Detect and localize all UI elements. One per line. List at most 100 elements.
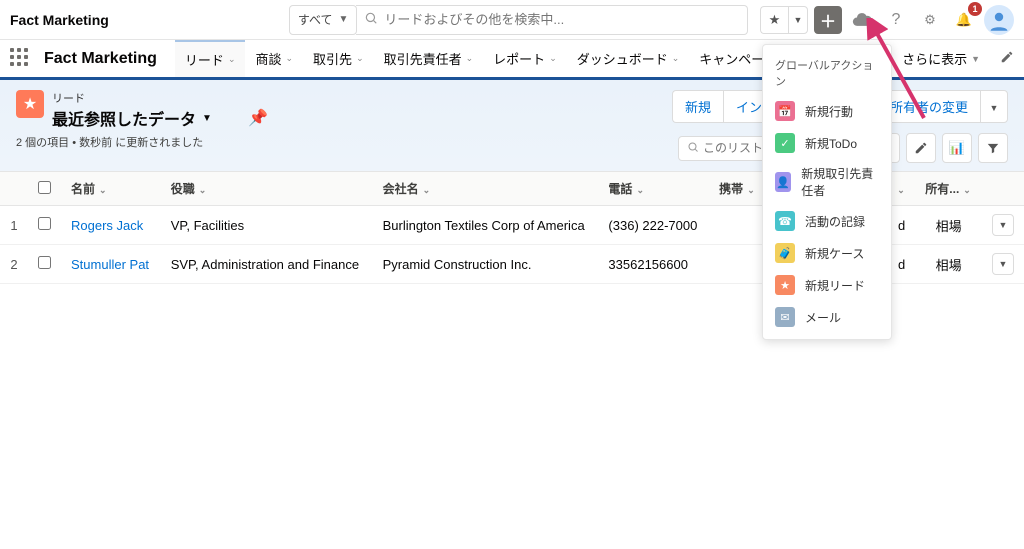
favorite-button[interactable]: ★ bbox=[760, 6, 788, 34]
lead-name-link[interactable]: Rogers Jack bbox=[71, 218, 143, 233]
contact-icon: 👤 bbox=[775, 172, 791, 192]
search-scope-label: すべて bbox=[298, 11, 333, 28]
new-button[interactable]: 新規 bbox=[672, 90, 723, 123]
chevron-down-icon: ⌄ bbox=[356, 53, 364, 64]
col-label: 名前 bbox=[71, 182, 95, 196]
nav-more[interactable]: さらに表示 ▼ bbox=[892, 39, 990, 79]
help-button[interactable]: ? bbox=[882, 6, 910, 34]
nav-item-label: ダッシュボード bbox=[577, 49, 668, 68]
favorite-menu-button[interactable]: ▼ bbox=[788, 6, 808, 34]
list-view-picker[interactable]: 最近参照したデータ ▼ 📌 bbox=[52, 106, 268, 130]
global-search bbox=[356, 5, 748, 35]
ga-log-call[interactable]: ☎ 活動の記録 bbox=[763, 205, 891, 237]
col-name[interactable]: 名前 ⌄ bbox=[61, 172, 161, 206]
nav-item-opportunities[interactable]: 商談⌄ bbox=[245, 39, 303, 79]
question-icon: ? bbox=[892, 11, 901, 29]
caret-down-icon: ▼ bbox=[794, 15, 803, 25]
chevron-down-icon: ⌄ bbox=[747, 185, 755, 195]
row-action-menu[interactable]: ▼ bbox=[992, 253, 1014, 275]
col-company[interactable]: 会社名⌄ bbox=[373, 172, 599, 206]
mail-icon: ✉ bbox=[775, 307, 795, 327]
global-actions-header: グローバルアクション bbox=[763, 51, 891, 95]
chart-button[interactable]: 📊 bbox=[942, 133, 972, 163]
log-icon: ☎ bbox=[775, 211, 795, 231]
row-checkbox[interactable] bbox=[38, 217, 51, 230]
row-checkbox[interactable] bbox=[38, 256, 51, 269]
list-view-name: 最近参照したデータ bbox=[52, 106, 196, 130]
global-actions-popover: グローバルアクション 📅 新規行動 ✓ 新規ToDo 👤 新規取引先責任者 ☎ … bbox=[762, 44, 892, 340]
cell-owner: 相場 bbox=[915, 245, 982, 284]
col-title[interactable]: 役職 ⌄ bbox=[161, 172, 373, 206]
notifications-button[interactable]: 🔔 1 bbox=[950, 6, 978, 34]
case-icon: 🧳 bbox=[775, 243, 795, 263]
edit-nav-button[interactable] bbox=[1000, 50, 1014, 67]
col-actions bbox=[982, 172, 1024, 206]
caret-down-icon: ▼ bbox=[999, 259, 1008, 269]
header-utilities: ★ ▼ ＋ ? ⚙ 🔔 1 bbox=[760, 5, 1014, 35]
search-scope-selector[interactable]: すべて ▼ bbox=[289, 5, 358, 35]
caret-down-icon: ▼ bbox=[339, 14, 349, 25]
object-label: リード bbox=[52, 90, 268, 106]
ga-new-lead[interactable]: ★ 新規リード bbox=[763, 269, 891, 301]
setup-button[interactable]: ⚙ bbox=[916, 6, 944, 34]
gear-icon: ⚙ bbox=[924, 12, 936, 28]
app-name: Fact Marketing bbox=[44, 50, 157, 68]
chevron-down-icon: ⌄ bbox=[423, 185, 431, 195]
caret-down-icon: ▼ bbox=[202, 113, 212, 124]
nav-item-reports[interactable]: レポート⌄ bbox=[483, 39, 567, 79]
ga-item-label: メール bbox=[805, 309, 841, 326]
row-number: 1 bbox=[0, 206, 28, 245]
inline-edit-button[interactable] bbox=[906, 133, 936, 163]
chevron-down-icon: ⌄ bbox=[199, 185, 207, 195]
salesforce-help-button[interactable] bbox=[848, 6, 876, 34]
pin-list-button[interactable]: 📌 bbox=[230, 108, 268, 128]
ga-new-task[interactable]: ✓ 新規ToDo bbox=[763, 127, 891, 159]
caret-down-icon: ▼ bbox=[999, 220, 1008, 230]
col-label: 携帯 bbox=[719, 182, 743, 196]
list-action-overflow[interactable]: ▼ bbox=[980, 90, 1008, 123]
cell-phone: 33562156600 bbox=[598, 245, 709, 284]
filter-button[interactable] bbox=[978, 133, 1008, 163]
col-label: 電話 bbox=[608, 182, 632, 196]
ga-new-contact[interactable]: 👤 新規取引先責任者 bbox=[763, 159, 891, 205]
ga-email[interactable]: ✉ メール bbox=[763, 301, 891, 333]
row-number: 2 bbox=[0, 245, 28, 284]
nav-item-label: 取引先 bbox=[313, 49, 352, 68]
nav-item-contacts[interactable]: 取引先責任者⌄ bbox=[374, 39, 484, 79]
col-phone[interactable]: 電話⌄ bbox=[598, 172, 709, 206]
chevron-down-icon: ⌄ bbox=[99, 185, 107, 195]
global-search-input[interactable] bbox=[384, 12, 739, 27]
row-action-menu[interactable]: ▼ bbox=[992, 214, 1014, 236]
chevron-down-icon: ⌄ bbox=[963, 185, 971, 195]
nav-item-label: リード bbox=[185, 50, 224, 69]
cell-mobile bbox=[709, 245, 766, 284]
lead-name-link[interactable]: Stumuller Pat bbox=[71, 257, 149, 272]
search-icon bbox=[364, 11, 378, 28]
notification-badge: 1 bbox=[968, 2, 982, 16]
task-icon: ✓ bbox=[775, 133, 795, 153]
col-owner[interactable]: 所有... ⌄ bbox=[915, 172, 982, 206]
nav-item-accounts[interactable]: 取引先 ⌄ bbox=[303, 39, 374, 79]
search-icon bbox=[687, 141, 699, 156]
select-all-checkbox[interactable] bbox=[38, 181, 51, 194]
col-mobile[interactable]: 携帯 ⌄ bbox=[709, 172, 766, 206]
user-avatar[interactable] bbox=[984, 5, 1014, 35]
app-launcher-button[interactable] bbox=[10, 48, 32, 70]
col-rownum bbox=[0, 172, 28, 206]
global-actions-button[interactable]: ＋ bbox=[814, 6, 842, 34]
ga-new-event[interactable]: 📅 新規行動 bbox=[763, 95, 891, 127]
chevron-down-icon: ⌄ bbox=[286, 53, 294, 64]
global-header: Fact Marketing すべて ▼ ★ ▼ ＋ ? ⚙ bbox=[0, 0, 1024, 40]
list-header-left: ★ リード 最近参照したデータ ▼ 📌 bbox=[16, 90, 672, 130]
caret-down-icon: ▼ bbox=[971, 54, 980, 64]
lead-icon: ★ bbox=[775, 275, 795, 295]
nav-item-leads[interactable]: リード⌄ bbox=[175, 40, 246, 80]
star-icon: ★ bbox=[769, 12, 781, 28]
col-label: 役職 bbox=[171, 182, 195, 196]
col-label: 所有... bbox=[925, 182, 959, 196]
avatar-icon bbox=[987, 8, 1011, 32]
lead-object-icon: ★ bbox=[16, 90, 44, 118]
ga-new-case[interactable]: 🧳 新規ケース bbox=[763, 237, 891, 269]
nav-item-dashboards[interactable]: ダッシュボード⌄ bbox=[567, 39, 690, 79]
change-owner-button[interactable]: 所有者の変更 bbox=[877, 90, 980, 123]
